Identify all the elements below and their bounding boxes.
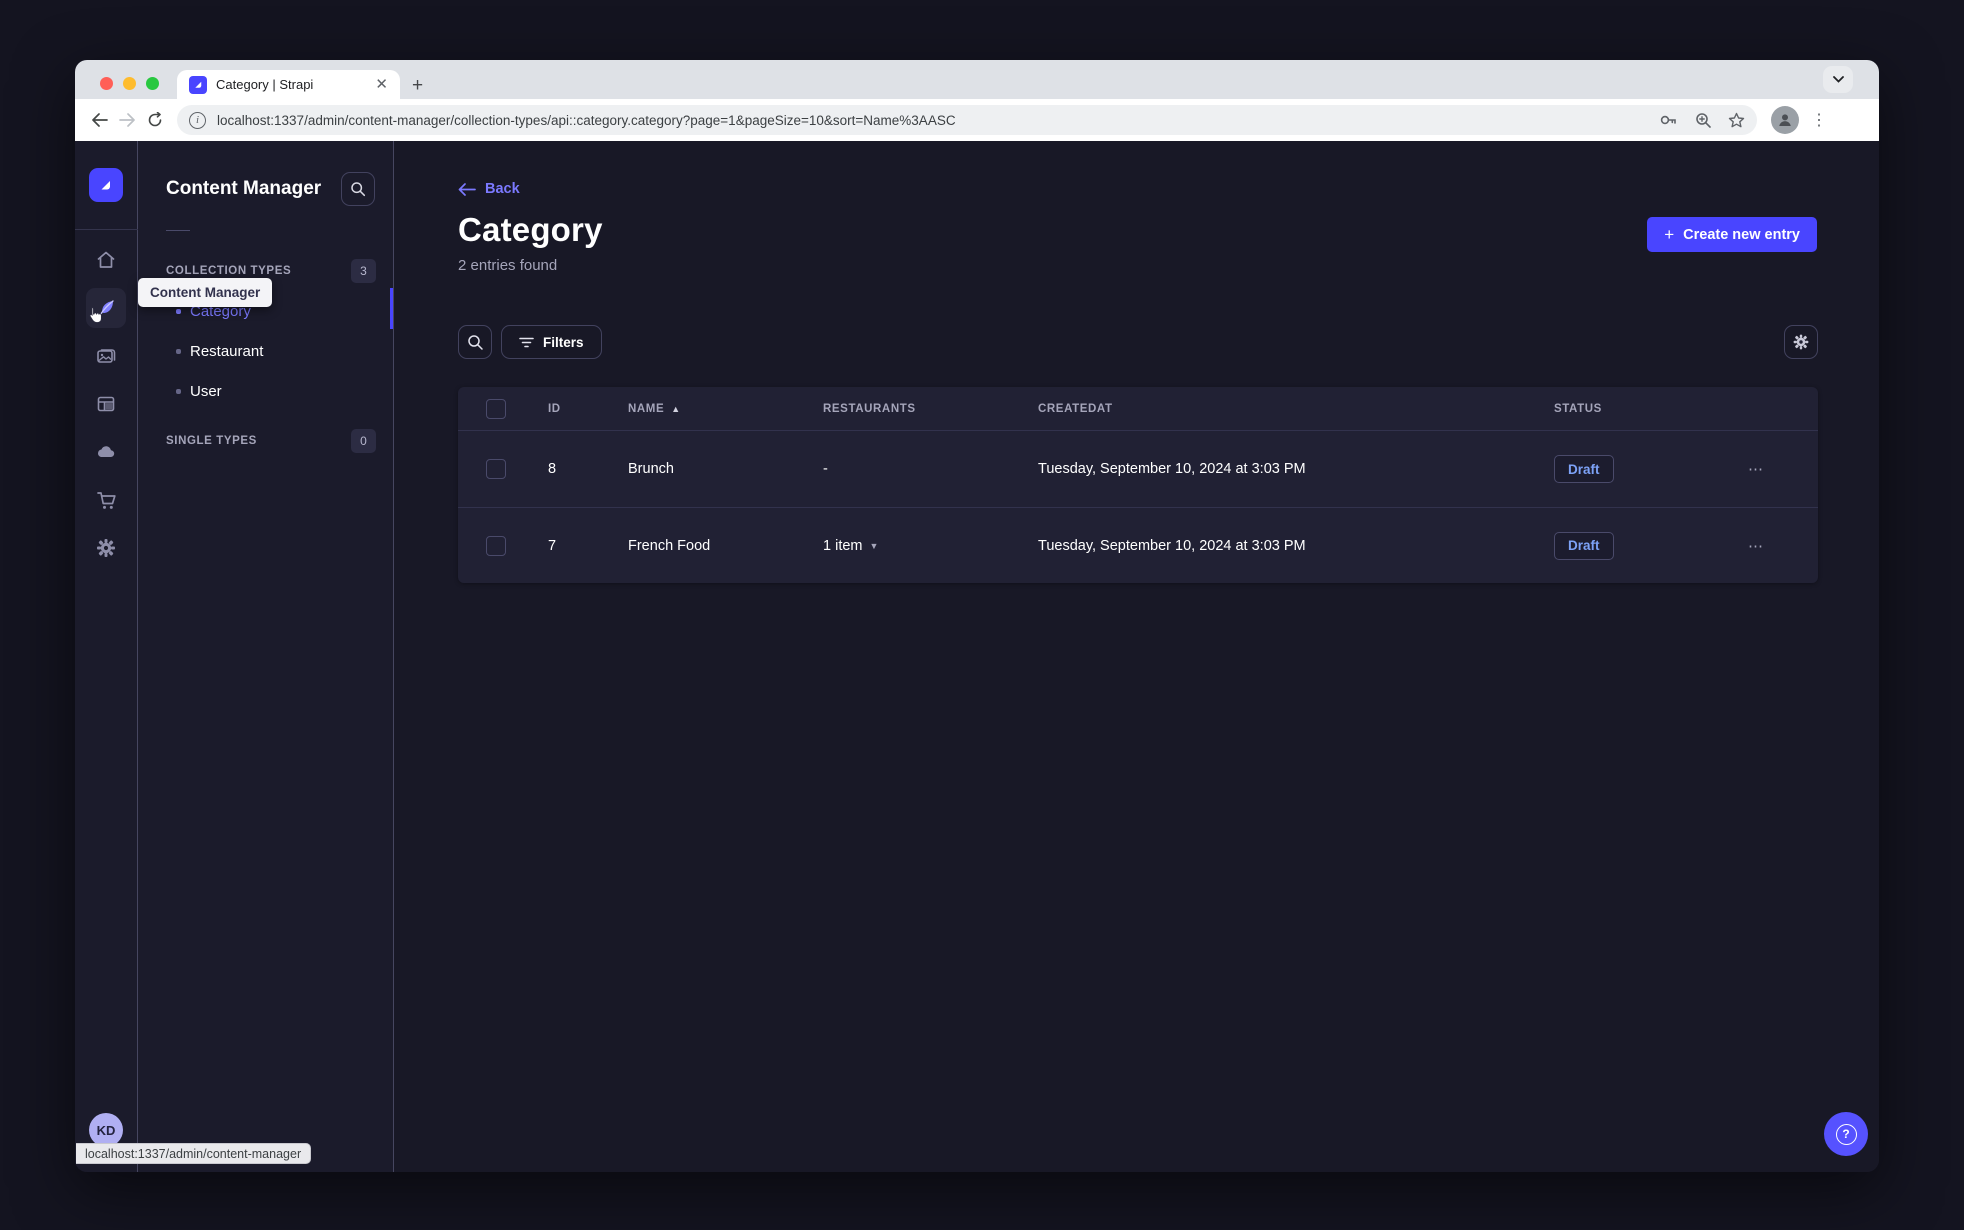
filters-button[interactable]: Filters bbox=[501, 325, 602, 359]
sidebar-rail: KD bbox=[75, 141, 138, 1172]
browser-profile-avatar[interactable] bbox=[1771, 106, 1799, 134]
cell-name: French Food bbox=[628, 537, 711, 554]
browser-tab[interactable]: Category | Strapi ✕ bbox=[177, 70, 400, 99]
window-controls bbox=[100, 77, 159, 90]
cell-name: Brunch bbox=[628, 461, 674, 477]
cell-restaurants: - bbox=[823, 461, 828, 477]
sidebar-item-marketplace[interactable] bbox=[86, 480, 126, 520]
row-checkbox[interactable] bbox=[486, 459, 506, 479]
page-info-icon[interactable]: i bbox=[189, 111, 206, 129]
close-window-button[interactable] bbox=[100, 77, 113, 90]
help-button[interactable]: ? bbox=[1824, 1112, 1868, 1156]
column-header-name[interactable]: NAME ▲ bbox=[628, 403, 823, 415]
column-header-restaurants[interactable]: RESTAURANTS bbox=[823, 403, 1038, 415]
section-label: COLLECTION TYPES bbox=[166, 265, 292, 277]
column-header-createdat[interactable]: CREATEDAT bbox=[1038, 403, 1554, 415]
subnav-title: Content Manager bbox=[166, 178, 322, 199]
row-menu-icon[interactable]: ⋯ bbox=[1748, 460, 1764, 478]
row-checkbox[interactable] bbox=[486, 535, 506, 556]
cell-id: 8 bbox=[548, 461, 557, 477]
main-content: Back Category 2 entries found + Create n… bbox=[394, 141, 1879, 1172]
back-link[interactable]: Back bbox=[458, 181, 1818, 197]
rail-divider bbox=[75, 229, 138, 230]
sidebar-item-cloud[interactable] bbox=[86, 432, 126, 472]
reload-icon[interactable] bbox=[141, 106, 169, 134]
password-key-icon[interactable] bbox=[1659, 112, 1679, 128]
sidebar-item-content-manager[interactable] bbox=[86, 288, 126, 328]
cell-createdat: Tuesday, September 10, 2024 at 3:03 PM bbox=[1038, 537, 1306, 554]
cell-id: 7 bbox=[548, 537, 557, 554]
sidebar-item-home[interactable] bbox=[86, 240, 126, 280]
browser-window: Category | Strapi ✕ + i localhost:1337/a… bbox=[75, 60, 1879, 1172]
select-all-checkbox[interactable] bbox=[486, 398, 506, 419]
forward-nav-icon[interactable] bbox=[113, 106, 141, 134]
single-types-count: 0 bbox=[351, 429, 376, 453]
row-menu-icon[interactable]: ⋯ bbox=[1748, 537, 1764, 555]
table-row[interactable]: 8 Brunch - Tuesday, September 10, 2024 a… bbox=[458, 431, 1818, 507]
sidebar-item-content-type-builder[interactable] bbox=[86, 384, 126, 424]
strapi-favicon-icon bbox=[189, 75, 207, 94]
new-tab-button[interactable]: + bbox=[412, 76, 423, 95]
bullet-icon bbox=[176, 388, 181, 394]
subnav-item-restaurant[interactable]: Restaurant bbox=[138, 331, 393, 371]
close-tab-icon[interactable]: ✕ bbox=[373, 75, 390, 94]
tab-search-button[interactable] bbox=[1823, 66, 1853, 93]
tab-title: Category | Strapi bbox=[216, 77, 314, 92]
table-row[interactable]: 7 French Food 1 item ▼ Tuesday, Septembe… bbox=[458, 507, 1818, 583]
question-mark-icon: ? bbox=[1835, 1123, 1857, 1145]
browser-toolbar: i localhost:1337/admin/content-manager/c… bbox=[75, 99, 1879, 141]
user-avatar[interactable]: KD bbox=[89, 1113, 123, 1147]
strapi-logo[interactable] bbox=[89, 168, 123, 202]
filter-icon bbox=[519, 337, 534, 347]
bookmark-star-icon[interactable] bbox=[1728, 112, 1745, 129]
status-badge: Draft bbox=[1554, 455, 1614, 483]
view-settings-button[interactable] bbox=[1784, 325, 1818, 359]
subnav-search-button[interactable] bbox=[341, 172, 375, 206]
mouse-cursor bbox=[88, 306, 104, 324]
column-header-status[interactable]: STATUS bbox=[1554, 403, 1718, 415]
entries-count: 2 entries found bbox=[458, 257, 558, 274]
collection-types-count: 3 bbox=[351, 259, 376, 283]
strapi-app: KD Content Manager COLLECTION TYPES 3 Ca… bbox=[75, 141, 1879, 1172]
browser-menu-icon[interactable]: ⋮ bbox=[1811, 112, 1827, 128]
bullet-icon bbox=[176, 348, 181, 354]
sidebar-item-settings[interactable] bbox=[86, 528, 126, 568]
back-nav-icon[interactable] bbox=[85, 106, 113, 134]
table-search-button[interactable] bbox=[458, 325, 492, 359]
sidebar-item-media-library[interactable] bbox=[86, 336, 126, 376]
entries-table: ID NAME ▲ RESTAURANTS CREATEDAT STATUS 8… bbox=[458, 387, 1818, 583]
single-types-section: SINGLE TYPES 0 bbox=[138, 429, 393, 453]
column-header-id[interactable]: ID bbox=[548, 403, 628, 415]
content-manager-subnav: Content Manager COLLECTION TYPES 3 Categ… bbox=[138, 141, 394, 1172]
subnav-item-user[interactable]: User bbox=[138, 371, 393, 411]
sort-ascending-icon: ▲ bbox=[671, 403, 681, 414]
active-item-indicator bbox=[390, 288, 393, 329]
content-manager-tooltip: Content Manager bbox=[138, 278, 273, 307]
fullscreen-window-button[interactable] bbox=[146, 77, 159, 90]
table-header-row: ID NAME ▲ RESTAURANTS CREATEDAT STATUS bbox=[458, 387, 1818, 431]
cell-restaurants[interactable]: 1 item ▼ bbox=[823, 538, 1038, 554]
url-bar[interactable]: i localhost:1337/admin/content-manager/c… bbox=[177, 105, 1757, 135]
page-title: Category bbox=[458, 211, 603, 248]
bullet-icon bbox=[176, 308, 181, 314]
chevron-down-icon: ▼ bbox=[869, 540, 879, 551]
status-badge: Draft bbox=[1554, 531, 1614, 560]
back-arrow-icon bbox=[458, 182, 476, 196]
tab-strip: Category | Strapi ✕ + bbox=[75, 60, 1879, 99]
minimize-window-button[interactable] bbox=[123, 77, 136, 90]
zoom-magnifier-icon[interactable] bbox=[1695, 112, 1712, 129]
plus-icon: + bbox=[1664, 225, 1675, 244]
subnav-divider bbox=[166, 230, 190, 231]
cell-createdat: Tuesday, September 10, 2024 at 3:03 PM bbox=[1038, 461, 1306, 477]
url-text[interactable]: localhost:1337/admin/content-manager/col… bbox=[217, 113, 1643, 128]
section-label: SINGLE TYPES bbox=[166, 435, 257, 447]
link-status-bubble: localhost:1337/admin/content-manager bbox=[76, 1143, 312, 1164]
create-new-entry-button[interactable]: + Create new entry bbox=[1647, 217, 1817, 252]
